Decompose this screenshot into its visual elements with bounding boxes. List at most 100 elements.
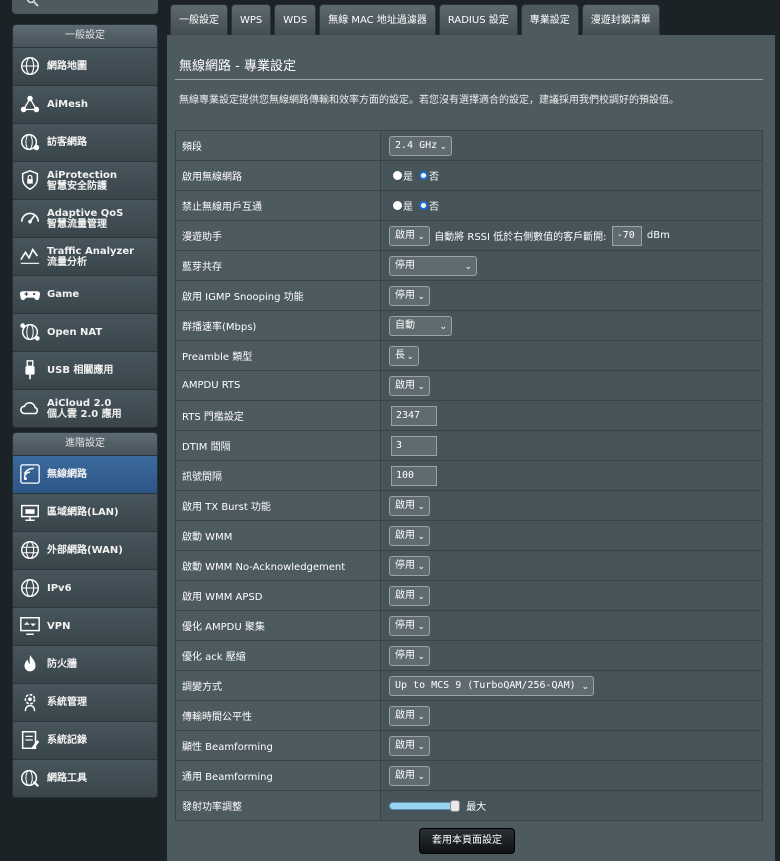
sidebar-item-aimesh[interactable]: AiMesh (13, 85, 157, 123)
wan-globe-icon (19, 539, 43, 563)
sidebar-item-vpn[interactable]: VPN (13, 607, 157, 645)
sidebar-item-firewall[interactable]: 防火牆 (13, 645, 157, 683)
tx-burst-select[interactable]: 啟用 ⌄ (389, 495, 430, 516)
preamble-select[interactable]: 長 ⌄ (389, 345, 419, 366)
ampdu-rts-select[interactable]: 啟用 ⌄ (389, 375, 430, 396)
sidebar-item-system-log[interactable]: 系統記錄 (13, 721, 157, 759)
row-enable-radio: 啟用無線網路 是否 (175, 160, 763, 191)
sidebar-item-guest-network[interactable]: 訪客網路 (13, 123, 157, 161)
sidebar-item-game[interactable]: Game (13, 275, 157, 313)
wmm-apsd-label: 啟用 WMM APSD (175, 580, 381, 611)
search-icon[interactable] (26, 0, 40, 8)
bt-coex-select[interactable]: 停用 ⌄ (389, 255, 477, 276)
band-select[interactable]: 2.4 GHz ⌄ (389, 135, 452, 156)
chevron-down-icon: ⌄ (464, 261, 472, 272)
row-airtime: 傳輸時間公平性 啟用 ⌄ (175, 700, 763, 731)
lan-icon (19, 501, 43, 525)
tx-burst-label: 啟用 TX Burst 功能 (175, 490, 381, 521)
rssi-input[interactable]: -70 (611, 225, 642, 246)
settings-table: 頻段 2.4 GHz ⌄ 啟用無線網路 是否 禁止無線用戶互通 是否 漫遊助手 啟… (175, 130, 763, 821)
igmp-select[interactable]: 停用 ⌄ (389, 285, 430, 306)
sidebar-item-label: Adaptive QoS 智慧流量管理 (47, 207, 124, 230)
advanced-settings-panel: 進階設定 無線網路 區域網路(LAN) 外部網路(WAN) IPv6 VPN 防火牆 系統管… (12, 432, 158, 798)
tab-4[interactable]: RADIUS 設定 (438, 4, 518, 35)
sidebar-item-label: IPv6 (47, 583, 72, 594)
sidebar-item-label: 外部網路(WAN) (47, 545, 123, 556)
sidebar-item-network-tools[interactable]: 網路工具 (13, 759, 157, 797)
sidebar-item-aiprotection[interactable]: AiProtection 智慧安全防護 (13, 161, 157, 199)
sidebar-item-label: 系統記錄 (47, 735, 87, 746)
sidebar-item-label: Game (47, 289, 80, 300)
ap-isolation-yes[interactable] (393, 201, 402, 210)
tab-0[interactable]: 一般設定 (170, 4, 228, 35)
tx-power-slider[interactable] (389, 799, 460, 812)
sidebar-item-wireless[interactable]: 無線網路 (13, 455, 157, 493)
airtime-select[interactable]: 啟用 ⌄ (389, 705, 430, 726)
enable-radio-no[interactable] (419, 171, 428, 180)
enable-radio-yes[interactable] (393, 171, 402, 180)
airtime-label: 傳輸時間公平性 (175, 700, 381, 731)
sidebar-item-adaptive-qos[interactable]: Adaptive QoS 智慧流量管理 (13, 199, 157, 237)
wmm-label: 啟動 WMM (175, 520, 381, 551)
roaming-label: 漫遊助手 (175, 220, 381, 251)
main-content: 無線網路 - 專業設定 無線專業設定提供您無線網路傳輸和效率方面的設定。若您沒有… (167, 35, 775, 861)
sidebar-item-label: AiProtection 智慧安全防護 (47, 169, 117, 192)
dtim-input[interactable]: 3 (391, 435, 437, 456)
sidebar-item-traffic-analyzer[interactable]: Traffic Analyzer 流量分析 (13, 237, 157, 275)
sidebar-item-wan[interactable]: 外部網路(WAN) (13, 531, 157, 569)
chevron-down-icon: ⌄ (406, 351, 414, 362)
sidebar-item-label: AiCloud 2.0 個人雲 2.0 應用 (47, 397, 122, 420)
chevron-down-icon: ⌄ (417, 621, 425, 632)
tx-power-label: 發射功率調整 (175, 790, 381, 821)
ack-supp-select[interactable]: 停用 ⌄ (389, 645, 430, 666)
slider-handle[interactable] (450, 799, 460, 812)
sidebar-item-label: AiMesh (47, 99, 88, 110)
universal-bf-select[interactable]: 啟用 ⌄ (389, 765, 430, 786)
row-wmm-apsd: 啟用 WMM APSD 啟用 ⌄ (175, 580, 763, 611)
log-icon (19, 729, 43, 753)
apply-button[interactable]: 套用本頁面設定 (419, 828, 515, 854)
chevron-down-icon: ⌄ (417, 531, 425, 542)
bt-coex-label: 藍芽共存 (175, 250, 381, 281)
ampdu-agg-select[interactable]: 停用 ⌄ (389, 615, 430, 636)
title-divider (175, 79, 763, 80)
wmm-noack-select[interactable]: 停用 ⌄ (389, 555, 430, 576)
globe-icon (19, 55, 43, 79)
row-explicit-bf: 顯性 Beamforming 啟用 ⌄ (175, 730, 763, 761)
roaming-select[interactable]: 啟用 ⌄ (389, 225, 430, 246)
ap-isolation-no[interactable] (419, 201, 428, 210)
sidebar-item-usb-app[interactable]: USB 相關應用 (13, 351, 157, 389)
modulation-label: 調變方式 (175, 670, 381, 701)
row-band: 頻段 2.4 GHz ⌄ (175, 130, 763, 161)
tab-3[interactable]: 無線 MAC 地址過濾器 (319, 4, 436, 35)
multicast-select[interactable]: 自動 ⌄ (389, 315, 452, 336)
sidebar-item-network-map[interactable]: 網路地圖 (13, 47, 157, 85)
sidebar-item-label: 系統管理 (47, 697, 87, 708)
vpn-monitor-icon (19, 615, 43, 639)
row-ampdu-agg: 優化 AMPDU 聚集 停用 ⌄ (175, 610, 763, 641)
modulation-select[interactable]: Up to MCS 9 (TurboQAM/256-QAM) ⌄ (389, 675, 594, 696)
rssi-unit: dBm (646, 230, 670, 241)
chevron-down-icon: ⌄ (417, 741, 425, 752)
beacon-input[interactable]: 100 (391, 465, 437, 486)
wmm-select[interactable]: 啟用 ⌄ (389, 525, 430, 546)
sidebar-item-open-nat[interactable]: Open NAT (13, 313, 157, 351)
tools-globe-icon (19, 767, 43, 791)
tab-6[interactable]: 漫遊封鎖清單 (581, 4, 660, 35)
shield-lock-icon (19, 169, 43, 193)
sidebar-item-label: VPN (47, 621, 71, 632)
tab-1[interactable]: WPS (231, 4, 272, 35)
sidebar-item-label: 防火牆 (47, 659, 77, 670)
tab-5[interactable]: 專業設定 (520, 4, 579, 35)
preamble-label: Preamble 類型 (175, 340, 381, 371)
universal-bf-label: 通用 Beamforming (175, 760, 381, 791)
rts-input[interactable]: 2347 (391, 405, 437, 426)
sidebar-item-administration[interactable]: 系統管理 (13, 683, 157, 721)
sidebar-item-lan[interactable]: 區域網路(LAN) (13, 493, 157, 531)
band-label: 頻段 (175, 130, 381, 161)
sidebar-item-aicloud[interactable]: AiCloud 2.0 個人雲 2.0 應用 (13, 389, 157, 427)
wmm-apsd-select[interactable]: 啟用 ⌄ (389, 585, 430, 606)
sidebar-item-ipv6[interactable]: IPv6 (13, 569, 157, 607)
explicit-bf-select[interactable]: 啟用 ⌄ (389, 735, 430, 756)
tab-2[interactable]: WDS (274, 4, 317, 35)
